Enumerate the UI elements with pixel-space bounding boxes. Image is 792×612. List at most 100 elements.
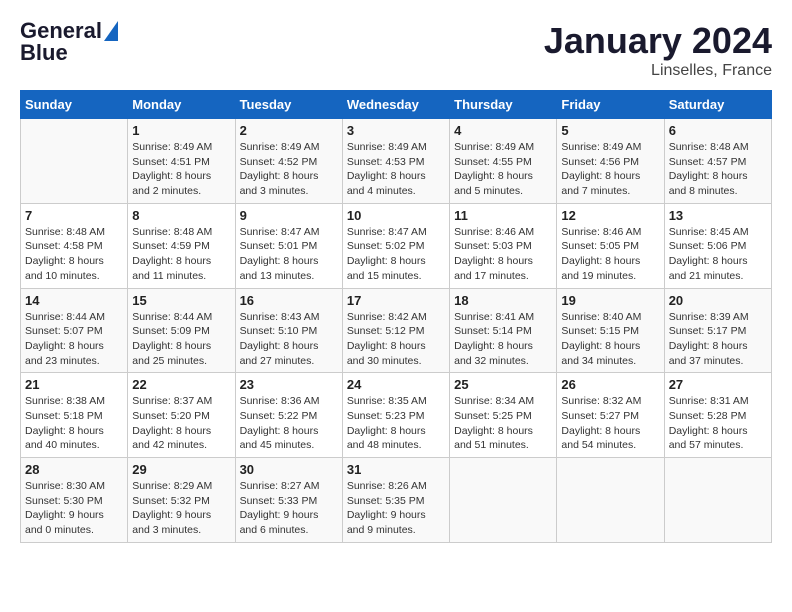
- calendar-week-row: 7 Sunrise: 8:48 AMSunset: 4:58 PMDaylight…: [21, 203, 772, 288]
- header-monday: Monday: [128, 91, 235, 119]
- day-info: Sunrise: 8:30 AMSunset: 5:30 PMDaylight:…: [25, 479, 123, 538]
- day-number: 18: [454, 293, 552, 308]
- table-row: 27 Sunrise: 8:31 AMSunset: 5:28 PMDayligh…: [664, 373, 771, 458]
- header-wednesday: Wednesday: [342, 91, 449, 119]
- day-number: 15: [132, 293, 230, 308]
- header-saturday: Saturday: [664, 91, 771, 119]
- day-info: Sunrise: 8:48 AMSunset: 4:58 PMDaylight:…: [25, 225, 123, 284]
- table-row: 3Sunrise: 8:49 AMSunset: 4:53 PMDaylight…: [342, 119, 449, 204]
- day-info: Sunrise: 8:43 AMSunset: 5:10 PMDaylight:…: [240, 310, 338, 369]
- day-info: Sunrise: 8:39 AMSunset: 5:17 PMDaylight:…: [669, 310, 767, 369]
- table-row: [21, 119, 128, 204]
- day-number: 11: [454, 208, 552, 223]
- day-info: Sunrise: 8:42 AMSunset: 5:12 PMDaylight:…: [347, 310, 445, 369]
- table-row: 14 Sunrise: 8:44 AMSunset: 5:07 PMDayligh…: [21, 288, 128, 373]
- table-row: 13 Sunrise: 8:45 AMSunset: 5:06 PMDayligh…: [664, 203, 771, 288]
- day-info: Sunrise: 8:46 AMSunset: 5:03 PMDaylight:…: [454, 225, 552, 284]
- day-info: Sunrise: 8:37 AMSunset: 5:20 PMDaylight:…: [132, 394, 230, 453]
- day-number: 14: [25, 293, 123, 308]
- day-info: Sunrise: 8:27 AMSunset: 5:33 PMDaylight:…: [240, 479, 338, 538]
- day-number: 9: [240, 208, 338, 223]
- header-friday: Friday: [557, 91, 664, 119]
- table-row: [557, 458, 664, 543]
- table-row: 16 Sunrise: 8:43 AMSunset: 5:10 PMDayligh…: [235, 288, 342, 373]
- day-number: 27: [669, 377, 767, 392]
- day-number: 19: [561, 293, 659, 308]
- day-number: 7: [25, 208, 123, 223]
- day-info: Sunrise: 8:48 AMSunset: 4:59 PMDaylight:…: [132, 225, 230, 284]
- day-number: 24: [347, 377, 445, 392]
- day-info: Sunrise: 8:47 AMSunset: 5:02 PMDaylight:…: [347, 225, 445, 284]
- table-row: 12Sunrise: 8:46 AMSunset: 5:05 PMDayligh…: [557, 203, 664, 288]
- day-info: Sunrise: 8:34 AMSunset: 5:25 PMDaylight:…: [454, 394, 552, 453]
- day-info: Sunrise: 8:35 AMSunset: 5:23 PMDaylight:…: [347, 394, 445, 453]
- day-number: 30: [240, 462, 338, 477]
- day-number: 20: [669, 293, 767, 308]
- table-row: 1Sunrise: 8:49 AMSunset: 4:51 PMDaylight…: [128, 119, 235, 204]
- calendar-body: 1Sunrise: 8:49 AMSunset: 4:51 PMDaylight…: [21, 119, 772, 543]
- header-thursday: Thursday: [450, 91, 557, 119]
- day-info: Sunrise: 8:49 AMSunset: 4:55 PMDaylight:…: [454, 140, 552, 199]
- day-number: 22: [132, 377, 230, 392]
- day-info: Sunrise: 8:49 AMSunset: 4:53 PMDaylight:…: [347, 140, 445, 199]
- table-row: 5Sunrise: 8:49 AMSunset: 4:56 PMDaylight…: [557, 119, 664, 204]
- table-row: 31 Sunrise: 8:26 AMSunset: 5:35 PMDayligh…: [342, 458, 449, 543]
- table-row: [450, 458, 557, 543]
- day-number: 26: [561, 377, 659, 392]
- header-sunday: Sunday: [21, 91, 128, 119]
- day-info: Sunrise: 8:41 AMSunset: 5:14 PMDaylight:…: [454, 310, 552, 369]
- title-block: January 2024 Linselles, France: [544, 20, 772, 80]
- day-number: 12: [561, 208, 659, 223]
- day-info: Sunrise: 8:36 AMSunset: 5:22 PMDaylight:…: [240, 394, 338, 453]
- calendar-subtitle: Linselles, France: [544, 62, 772, 80]
- table-row: 7 Sunrise: 8:48 AMSunset: 4:58 PMDaylight…: [21, 203, 128, 288]
- table-row: 21Sunrise: 8:38 AMSunset: 5:18 PMDayligh…: [21, 373, 128, 458]
- table-row: 29 Sunrise: 8:29 AMSunset: 5:32 PMDayligh…: [128, 458, 235, 543]
- calendar-title: January 2024: [544, 20, 772, 62]
- calendar-week-row: 28 Sunrise: 8:30 AMSunset: 5:30 PMDayligh…: [21, 458, 772, 543]
- day-number: 23: [240, 377, 338, 392]
- calendar-week-row: 14 Sunrise: 8:44 AMSunset: 5:07 PMDayligh…: [21, 288, 772, 373]
- table-row: 26 Sunrise: 8:32 AMSunset: 5:27 PMDayligh…: [557, 373, 664, 458]
- day-number: 2: [240, 123, 338, 138]
- day-info: Sunrise: 8:32 AMSunset: 5:27 PMDaylight:…: [561, 394, 659, 453]
- day-info: Sunrise: 8:44 AMSunset: 5:07 PMDaylight:…: [25, 310, 123, 369]
- calendar-header-row: Sunday Monday Tuesday Wednesday Thursday…: [21, 91, 772, 119]
- day-info: Sunrise: 8:40 AMSunset: 5:15 PMDaylight:…: [561, 310, 659, 369]
- table-row: 9Sunrise: 8:47 AMSunset: 5:01 PMDaylight…: [235, 203, 342, 288]
- table-row: 10 Sunrise: 8:47 AMSunset: 5:02 PMDayligh…: [342, 203, 449, 288]
- day-number: 25: [454, 377, 552, 392]
- day-info: Sunrise: 8:49 AMSunset: 4:56 PMDaylight:…: [561, 140, 659, 199]
- day-number: 28: [25, 462, 123, 477]
- table-row: 24 Sunrise: 8:35 AMSunset: 5:23 PMDayligh…: [342, 373, 449, 458]
- day-info: Sunrise: 8:26 AMSunset: 5:35 PMDaylight:…: [347, 479, 445, 538]
- day-number: 1: [132, 123, 230, 138]
- table-row: 6Sunrise: 8:48 AMSunset: 4:57 PMDaylight…: [664, 119, 771, 204]
- table-row: 4Sunrise: 8:49 AMSunset: 4:55 PMDaylight…: [450, 119, 557, 204]
- table-row: 15 Sunrise: 8:44 AMSunset: 5:09 PMDayligh…: [128, 288, 235, 373]
- logo: General Blue: [20, 20, 118, 64]
- day-info: Sunrise: 8:49 AMSunset: 4:52 PMDaylight:…: [240, 140, 338, 199]
- table-row: [664, 458, 771, 543]
- day-info: Sunrise: 8:48 AMSunset: 4:57 PMDaylight:…: [669, 140, 767, 199]
- day-info: Sunrise: 8:44 AMSunset: 5:09 PMDaylight:…: [132, 310, 230, 369]
- calendar-week-row: 21Sunrise: 8:38 AMSunset: 5:18 PMDayligh…: [21, 373, 772, 458]
- page-header: General Blue January 2024 Linselles, Fra…: [20, 20, 772, 80]
- day-number: 13: [669, 208, 767, 223]
- header-tuesday: Tuesday: [235, 91, 342, 119]
- calendar-week-row: 1Sunrise: 8:49 AMSunset: 4:51 PMDaylight…: [21, 119, 772, 204]
- day-number: 10: [347, 208, 445, 223]
- day-info: Sunrise: 8:29 AMSunset: 5:32 PMDaylight:…: [132, 479, 230, 538]
- table-row: 23 Sunrise: 8:36 AMSunset: 5:22 PMDayligh…: [235, 373, 342, 458]
- table-row: 2 Sunrise: 8:49 AMSunset: 4:52 PMDaylight…: [235, 119, 342, 204]
- day-number: 8: [132, 208, 230, 223]
- table-row: 25 Sunrise: 8:34 AMSunset: 5:25 PMDayligh…: [450, 373, 557, 458]
- table-row: 11 Sunrise: 8:46 AMSunset: 5:03 PMDayligh…: [450, 203, 557, 288]
- day-info: Sunrise: 8:31 AMSunset: 5:28 PMDaylight:…: [669, 394, 767, 453]
- day-number: 31: [347, 462, 445, 477]
- day-number: 29: [132, 462, 230, 477]
- day-number: 16: [240, 293, 338, 308]
- day-info: Sunrise: 8:45 AMSunset: 5:06 PMDaylight:…: [669, 225, 767, 284]
- table-row: 8 Sunrise: 8:48 AMSunset: 4:59 PMDaylight…: [128, 203, 235, 288]
- table-row: 28 Sunrise: 8:30 AMSunset: 5:30 PMDayligh…: [21, 458, 128, 543]
